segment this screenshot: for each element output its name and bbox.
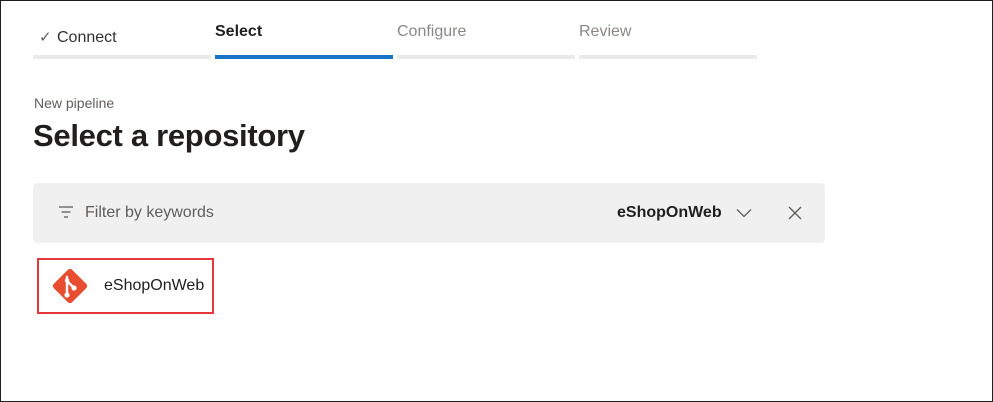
filter-input[interactable]	[85, 201, 465, 225]
step-configure-bar	[397, 55, 575, 59]
step-review-label: Review	[579, 23, 632, 40]
repository-scope-dropdown[interactable]: eShopOnWeb	[617, 199, 752, 227]
page-title: Select a repository	[33, 118, 305, 153]
step-connect-bar	[33, 55, 211, 59]
step-select-label: Select	[215, 23, 263, 40]
step-select[interactable]: Select	[215, 19, 393, 59]
step-connect-label: Connect	[57, 29, 117, 46]
wizard-steps: ✓ Connect Select Configure Review	[33, 19, 757, 59]
step-review-bar	[579, 55, 757, 59]
checkmark-icon: ✓	[39, 29, 52, 46]
chevron-down-icon	[736, 209, 752, 218]
page-eyebrow: New pipeline	[34, 95, 115, 111]
filter-icon	[59, 206, 73, 218]
clear-filter-button[interactable]	[785, 203, 805, 223]
step-configure-label: Configure	[397, 23, 467, 40]
filter-bar: eShopOnWeb	[33, 183, 825, 243]
git-icon	[52, 268, 88, 304]
step-review[interactable]: Review	[579, 19, 757, 59]
repository-scope-label: eShopOnWeb	[617, 204, 722, 221]
repository-list-item[interactable]: eShopOnWeb	[37, 258, 214, 314]
repository-name: eShopOnWeb	[104, 277, 205, 294]
step-select-bar	[215, 55, 393, 59]
step-configure[interactable]: Configure	[397, 19, 575, 59]
close-icon	[788, 206, 802, 220]
step-connect[interactable]: ✓ Connect	[33, 19, 211, 59]
page-frame: ✓ Connect Select Configure Review New pip…	[0, 0, 993, 402]
